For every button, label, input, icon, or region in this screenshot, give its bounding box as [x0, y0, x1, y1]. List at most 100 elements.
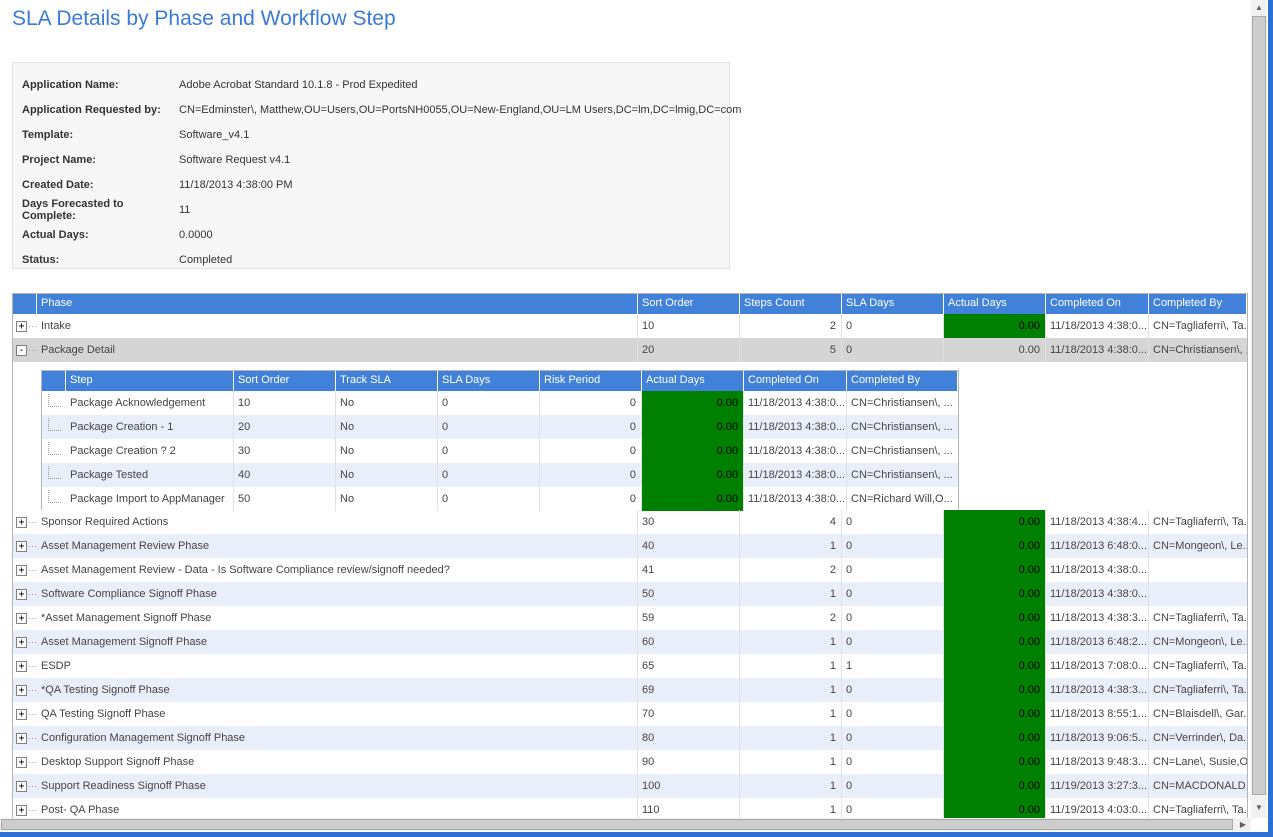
table-row[interactable]: +···*Asset Management Signoff Phase59200…: [13, 606, 1247, 630]
expand-plus-icon[interactable]: +: [16, 781, 27, 792]
expand-plus-icon[interactable]: +: [16, 517, 27, 528]
step-table-row[interactable]: Package Creation - 120No000.0011/18/2013…: [42, 415, 958, 439]
horizontal-scrollbar[interactable]: ▶: [0, 818, 1251, 831]
table-row[interactable]: +···*QA Testing Signoff Phase69100.0011/…: [13, 678, 1247, 702]
table-row[interactable]: +···Desktop Support Signoff Phase90100.0…: [13, 750, 1247, 774]
table-row[interactable]: +···Asset Management Review Phase40100.0…: [13, 534, 1247, 558]
sla-days-cell: 0: [842, 558, 944, 582]
table-row[interactable]: +···ESDP65110.0011/18/2013 7:08:0...CN=T…: [13, 654, 1247, 678]
phase-name-cell: *Asset Management Signoff Phase: [37, 606, 638, 630]
phase-name-cell: Configuration Management Signoff Phase: [37, 726, 638, 750]
step-sort-order-cell: 20: [234, 415, 336, 439]
table-row[interactable]: +···Asset Management Signoff Phase60100.…: [13, 630, 1247, 654]
expander-cell: +···: [13, 678, 37, 702]
sort-order-cell: 90: [638, 750, 740, 774]
step-column-header-act[interactable]: Actual Days: [642, 371, 744, 391]
step-column-header-step[interactable]: Step: [66, 371, 234, 391]
horizontal-scrollbar-thumb[interactable]: [1, 819, 1233, 830]
table-row[interactable]: +···Support Readiness Signoff Phase10010…: [13, 774, 1247, 798]
expander-cell: +···: [13, 702, 37, 726]
completed-by-cell: CN=Tagliaferri\, Ta...: [1149, 654, 1247, 678]
column-header-completed-on[interactable]: Completed On: [1046, 294, 1149, 314]
expand-plus-icon[interactable]: +: [16, 589, 27, 600]
column-header-steps-count[interactable]: Steps Count: [740, 294, 842, 314]
vertical-scrollbar[interactable]: ▲ ▼: [1251, 0, 1267, 818]
table-row[interactable]: +···QA Testing Signoff Phase70100.0011/1…: [13, 702, 1247, 726]
actual-days-cell: 0.00: [944, 798, 1046, 818]
table-row[interactable]: +···Sponsor Required Actions30400.0011/1…: [13, 510, 1247, 534]
sla-days-cell: 0: [842, 750, 944, 774]
step-name-cell: Package Creation - 1: [66, 415, 234, 439]
info-row: Project Name: Software Request v4.1: [13, 147, 729, 172]
expand-plus-icon[interactable]: +: [16, 613, 27, 624]
actual-days-cell: 0.00: [944, 510, 1046, 534]
column-header-phase[interactable]: Phase: [37, 294, 638, 314]
step-column-header-risk[interactable]: Risk Period: [540, 371, 642, 391]
vertical-scrollbar-thumb[interactable]: [1252, 16, 1266, 795]
info-label: Project Name:: [22, 154, 179, 166]
expand-plus-icon[interactable]: +: [16, 541, 27, 552]
step-completed-on-cell: 11/18/2013 4:38:0...: [744, 463, 847, 487]
step-table-row[interactable]: Package Tested40No000.0011/18/2013 4:38:…: [42, 463, 958, 487]
expand-plus-icon[interactable]: +: [16, 805, 27, 816]
steps-count-cell: 1: [740, 726, 842, 750]
step-table-row[interactable]: Package Creation ? 230No000.0011/18/2013…: [42, 439, 958, 463]
completed-on-cell: 11/18/2013 4:38:0...: [1046, 558, 1149, 582]
steps-count-cell: 2: [740, 314, 842, 338]
table-row[interactable]: +···Post- QA Phase110100.0011/19/2013 4:…: [13, 798, 1247, 818]
step-completed-on-cell: 11/18/2013 4:38:0...: [744, 487, 847, 511]
steps-count-cell: 1: [740, 534, 842, 558]
expand-plus-icon[interactable]: +: [16, 685, 27, 696]
sla-days-cell: 0: [842, 702, 944, 726]
column-header-sort-order[interactable]: Sort Order: [638, 294, 740, 314]
scroll-down-icon[interactable]: ▼: [1251, 803, 1267, 812]
expand-plus-icon[interactable]: +: [16, 757, 27, 768]
step-column-header-track[interactable]: Track SLA: [336, 371, 438, 391]
expand-plus-icon[interactable]: +: [16, 321, 27, 332]
table-row[interactable]: +···Asset Management Review - Data - Is …: [13, 558, 1247, 582]
expander-cell: -···: [13, 338, 37, 362]
scroll-right-icon[interactable]: ▶: [1237, 820, 1249, 829]
sort-order-cell: 41: [638, 558, 740, 582]
step-table-row[interactable]: Package Import to AppManager50No000.0011…: [42, 487, 958, 511]
sort-order-cell: 69: [638, 678, 740, 702]
sort-order-cell: 20: [638, 338, 740, 362]
collapse-minus-icon[interactable]: -: [16, 345, 27, 356]
actual-days-cell: 0.00: [944, 654, 1046, 678]
step-sla-days-cell: 0: [438, 415, 540, 439]
step-name-cell: Package Acknowledgement: [66, 391, 234, 415]
sla-days-cell: 0: [842, 798, 944, 818]
table-row[interactable]: +···Intake10200.0011/18/2013 4:38:0...CN…: [13, 314, 1247, 338]
completed-by-cell: CN=Tagliaferri\, Ta...: [1149, 606, 1247, 630]
expander-cell: +···: [13, 314, 37, 338]
expand-plus-icon[interactable]: +: [16, 733, 27, 744]
expand-plus-icon[interactable]: +: [16, 661, 27, 672]
actual-days-cell: 0.00: [944, 678, 1046, 702]
column-header-actual-days[interactable]: Actual Days: [944, 294, 1046, 314]
step-column-header-sort[interactable]: Sort Order: [234, 371, 336, 391]
tree-dots-icon: ···: [28, 637, 37, 647]
expand-plus-icon[interactable]: +: [16, 637, 27, 648]
step-table-row[interactable]: Package Acknowledgement10No000.0011/18/2…: [42, 391, 958, 415]
table-row[interactable]: +···Software Compliance Signoff Phase501…: [13, 582, 1247, 606]
expander-cell: +···: [13, 582, 37, 606]
sort-order-cell: 50: [638, 582, 740, 606]
info-row: Status: Completed: [13, 247, 729, 272]
completed-on-cell: 11/18/2013 6:48:2...: [1046, 630, 1149, 654]
column-header-completed-by[interactable]: Completed By: [1149, 294, 1247, 314]
step-actual-days-cell: 0.00: [642, 439, 744, 463]
expand-plus-icon[interactable]: +: [16, 565, 27, 576]
column-header-sla-days[interactable]: SLA Days: [842, 294, 944, 314]
actual-days-cell: 0.00: [944, 630, 1046, 654]
track-sla-cell: No: [336, 439, 438, 463]
table-row[interactable]: +···Configuration Management Signoff Pha…: [13, 726, 1247, 750]
step-column-header-on[interactable]: Completed On: [744, 371, 847, 391]
step-tree-cell: [42, 487, 66, 511]
step-column-header-by[interactable]: Completed By: [847, 371, 958, 391]
table-row[interactable]: -···Package Detail20500.0011/18/2013 4:3…: [13, 338, 1247, 362]
step-column-header-sla[interactable]: SLA Days: [438, 371, 540, 391]
risk-period-cell: 0: [540, 391, 642, 415]
scroll-up-icon[interactable]: ▲: [1251, 3, 1267, 12]
expand-plus-icon[interactable]: +: [16, 709, 27, 720]
sla-days-cell: 0: [842, 314, 944, 338]
